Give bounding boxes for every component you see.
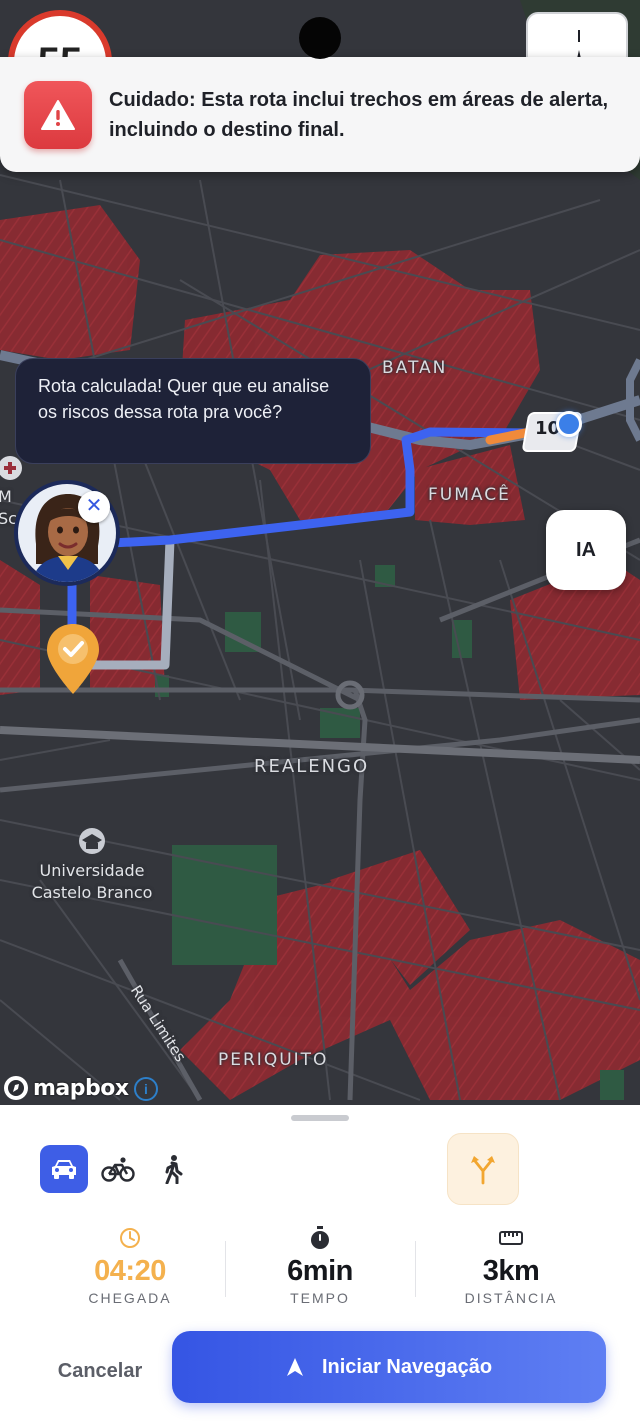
start-navigation-button[interactable]: Iniciar Navegação: [172, 1331, 606, 1403]
navigation-arrow-icon: [286, 1358, 303, 1376]
sheet-drag-handle[interactable]: [291, 1115, 349, 1121]
map-label-realengo: REALENGO: [254, 756, 370, 777]
mapbox-logo-icon: [4, 1076, 28, 1100]
destination-pin-icon[interactable]: [45, 622, 101, 696]
fork-route-icon: [471, 1156, 495, 1185]
mode-bike-button[interactable]: [100, 1151, 136, 1187]
mode-walk-button[interactable]: [156, 1151, 190, 1187]
alert-message: Cuidado: Esta rota inclui trechos em áre…: [109, 88, 609, 141]
current-location-dot: [556, 411, 582, 437]
time-label: TEMPO: [290, 1290, 350, 1306]
stat-divider: [225, 1241, 226, 1297]
camera-cutout: [299, 17, 341, 59]
close-assistant-button[interactable]: ✕: [78, 491, 110, 523]
map-label-periquito: PERIQUITO: [218, 1050, 329, 1070]
attribution-info-icon[interactable]: i: [134, 1077, 158, 1101]
arrival-value: 04:20: [94, 1255, 166, 1287]
mapbox-logo: mapbox: [3, 1075, 129, 1101]
ruler-icon: [499, 1231, 523, 1245]
ai-assistant-button[interactable]: IA: [546, 510, 626, 590]
map-label-fumace: FUMACÊ: [428, 485, 511, 505]
mode-car-button[interactable]: [40, 1145, 88, 1193]
stat-arrival: 04:20 CHEGADA: [40, 1225, 220, 1306]
alternative-routes-button[interactable]: [447, 1133, 519, 1205]
route-bottom-sheet: 04:20 CHEGADA 6min TEMPO 3km DISTÂNCIA C…: [0, 1105, 640, 1425]
assistant-chat-bubble[interactable]: Rota calculada! Quer que eu analise os r…: [15, 358, 371, 464]
stat-distance: 3km DISTÂNCIA: [421, 1225, 601, 1306]
warning-triangle-icon: [41, 99, 75, 130]
map-label-university: Universidade Castelo Branco: [31, 861, 153, 902]
time-value: 6min: [287, 1255, 353, 1287]
walk-icon: [165, 1155, 183, 1184]
arrival-label: CHEGADA: [88, 1290, 172, 1306]
stat-divider: [415, 1241, 416, 1297]
alert-icon-box: [24, 80, 92, 149]
car-icon: [52, 1160, 76, 1179]
distance-value: 3km: [482, 1255, 540, 1287]
mapbox-wordmark: mapbox: [33, 1075, 129, 1101]
map-label-batan: BATAN: [382, 358, 448, 378]
stat-time: 6min TEMPO: [230, 1225, 410, 1306]
start-navigation-label: Iniciar Navegação: [321, 1355, 493, 1378]
clock-icon: [120, 1228, 140, 1248]
map-label-partial-m: M: [0, 487, 12, 506]
distance-label: DISTÂNCIA: [464, 1290, 558, 1306]
stopwatch-icon: [311, 1226, 329, 1249]
route-alert-banner: Cuidado: Esta rota inclui trechos em áre…: [0, 57, 640, 172]
cancel-button[interactable]: Cancelar: [40, 1351, 160, 1391]
bike-icon: [101, 1157, 135, 1182]
